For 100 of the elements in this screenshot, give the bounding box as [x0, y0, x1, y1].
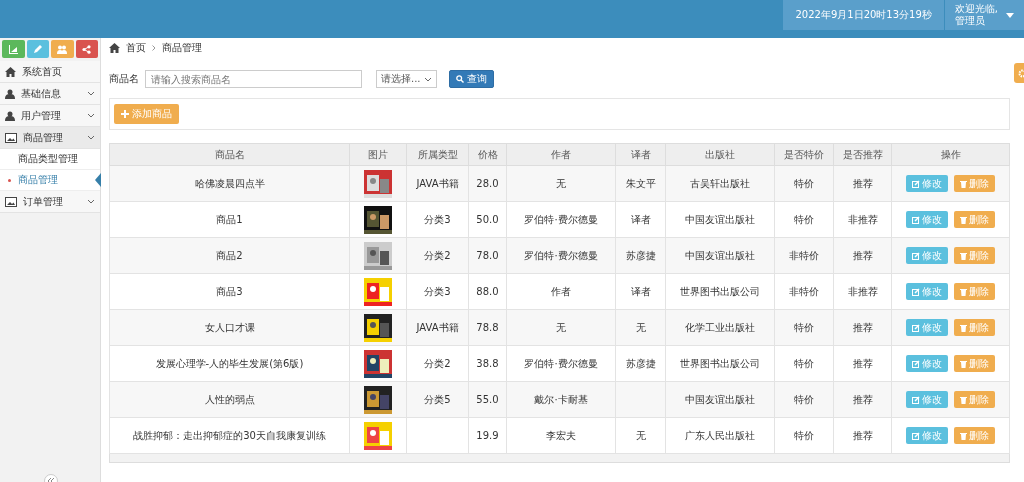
column-header: 所属类型	[406, 143, 469, 166]
delete-button[interactable]: 删除	[954, 427, 995, 444]
table-cell: 分类3	[424, 285, 451, 297]
table-cell: 中国友谊出版社	[685, 213, 755, 225]
table-cell: 28.0	[476, 178, 499, 189]
trash-icon	[960, 287, 967, 296]
user-icon	[5, 88, 15, 99]
table-cell: 商品3	[216, 285, 243, 297]
shortcut-button[interactable]	[51, 40, 74, 58]
chevron-down-icon	[87, 91, 95, 96]
table-cell: 商品2	[216, 249, 243, 261]
edit-icon	[912, 359, 920, 368]
column-header: 是否推荐	[833, 143, 892, 166]
datetime-label: 2022年9月1日20时13分19秒	[783, 0, 944, 30]
table-cell: 非特价	[789, 249, 819, 261]
table-cell: 世界图书出版公司	[680, 285, 760, 297]
breadcrumb-link[interactable]: 商品管理	[162, 41, 202, 55]
table-cell: 人性的弱点	[204, 393, 255, 405]
edit-button[interactable]: 修改	[906, 319, 948, 336]
table-cell: 化学工业出版社	[685, 321, 755, 333]
submenu-item[interactable]: 商品管理	[0, 170, 100, 191]
trash-icon	[960, 215, 967, 224]
users-icon	[57, 44, 68, 54]
menu-item[interactable]: 订单管理	[0, 191, 100, 213]
search-icon	[455, 75, 464, 83]
menu-item[interactable]: 商品管理	[0, 127, 100, 149]
home-icon	[109, 43, 120, 53]
table-cell: 推荐	[852, 177, 873, 189]
delete-button[interactable]: 删除	[954, 355, 995, 372]
table-cell: 推荐	[852, 429, 873, 441]
edit-icon	[912, 251, 920, 260]
table-cell: 女人口才课	[204, 321, 255, 333]
delete-button[interactable]: 删除	[954, 247, 995, 264]
shortcut-button[interactable]	[2, 40, 25, 58]
user-icon	[5, 110, 15, 121]
table-cell: 罗伯特·费尔德曼	[524, 213, 598, 225]
edit-button[interactable]: 修改	[906, 427, 948, 444]
chart-icon	[8, 44, 18, 54]
table-cell: 罗伯特·费尔德曼	[524, 249, 598, 261]
edit-icon	[912, 215, 920, 224]
table-cell: 特价	[794, 393, 814, 405]
table-cell: 朱文平	[625, 177, 656, 189]
table-cell: 分类3	[424, 213, 451, 225]
menu-item[interactable]: 系统首页	[0, 61, 100, 83]
table-cell: 分类2	[424, 357, 451, 369]
table-cell: 哈佛凌晨四点半	[194, 177, 265, 189]
table-cell: JAVA书籍	[416, 321, 459, 333]
search-field[interactable]: 请输入搜索商品名	[145, 70, 362, 88]
edit-button[interactable]: 修改	[906, 211, 948, 228]
table-cell: 88.0	[476, 286, 499, 297]
menu-item[interactable]: 基础信息	[0, 83, 100, 105]
menu-item[interactable]: 用户管理	[0, 105, 100, 127]
delete-button[interactable]: 删除	[954, 283, 995, 300]
caret-icon	[1006, 12, 1014, 18]
shortcut-button[interactable]	[75, 40, 98, 58]
chevron-down-icon	[87, 199, 95, 204]
table-cell: 古吴轩出版社	[690, 177, 750, 189]
table-cell: 50.0	[476, 214, 499, 225]
plus-icon	[121, 110, 129, 118]
delete-button[interactable]: 删除	[954, 175, 995, 192]
table-cell: 李宏夫	[546, 429, 576, 441]
table-cell: 战胜抑郁：走出抑郁症的30天自我康复训练	[133, 429, 326, 441]
trash-icon	[960, 179, 967, 188]
table-cell: 特价	[794, 321, 814, 333]
table-cell: 戴尔·卡耐基	[534, 393, 588, 405]
submenu-item[interactable]: 商品类型管理	[0, 149, 100, 170]
search-button[interactable]: 查询	[448, 70, 494, 88]
chevron-down-icon	[423, 76, 432, 82]
trash-icon	[960, 323, 967, 332]
category-select[interactable]: 请选择...	[376, 70, 437, 88]
table-cell: 分类2	[424, 249, 451, 261]
greeting-text: 欢迎光临,	[954, 3, 998, 15]
column-header: 是否特价	[774, 143, 834, 166]
delete-button[interactable]: 删除	[954, 211, 995, 228]
table-cell: 中国友谊出版社	[685, 393, 755, 405]
edit-button[interactable]: 修改	[906, 355, 948, 372]
table-cell: 发展心理学-人的毕生发展(第6版)	[155, 357, 304, 369]
column-header: 价格	[468, 143, 507, 166]
table-cell: 19.9	[476, 430, 499, 441]
edit-button[interactable]: 修改	[906, 391, 948, 408]
delete-button[interactable]: 删除	[954, 391, 995, 408]
breadcrumb-link[interactable]: 首页	[126, 41, 146, 55]
table-cell: 译者	[630, 285, 651, 297]
add-button[interactable]: 添加商品	[114, 104, 179, 124]
edit-button[interactable]: 修改	[906, 283, 948, 300]
user-name: 管理员	[954, 15, 986, 27]
share-icon	[82, 44, 92, 54]
trash-icon	[960, 395, 967, 404]
delete-button[interactable]: 删除	[954, 319, 995, 336]
pencil-icon	[33, 44, 43, 54]
edit-button[interactable]: 修改	[906, 247, 948, 264]
settings-icon	[1017, 68, 1024, 78]
chevron-down-icon	[87, 135, 95, 140]
table-cell: 世界图书出版公司	[680, 357, 760, 369]
edit-button[interactable]: 修改	[906, 175, 948, 192]
user-menu[interactable]: 欢迎光临, 管理员	[943, 0, 1024, 30]
table-cell: 非特价	[789, 285, 819, 297]
shortcut-button[interactable]	[26, 40, 49, 58]
edit-icon	[912, 395, 920, 404]
trash-icon	[960, 431, 967, 440]
